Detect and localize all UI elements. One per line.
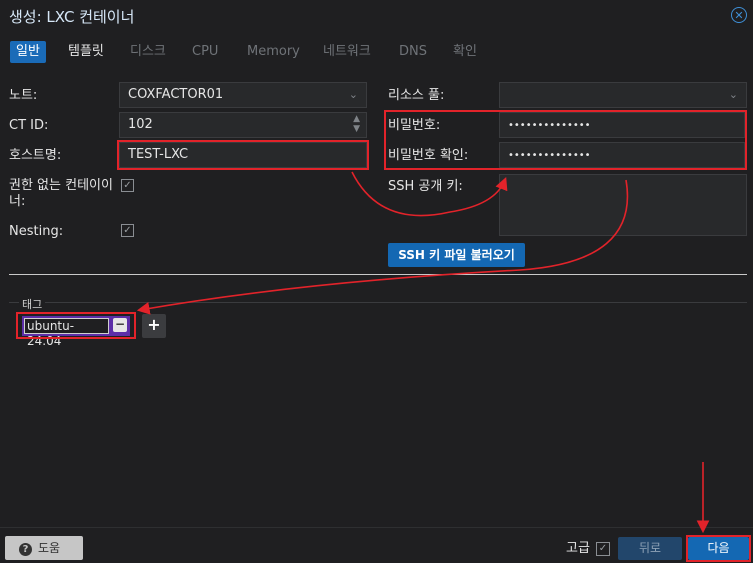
help-label: 도움 [38, 541, 61, 555]
password-label: 비밀번호: [388, 118, 441, 133]
tab-confirm[interactable]: 확인 [447, 41, 483, 63]
hostname-value: TEST-LXC [128, 147, 189, 162]
password-input[interactable]: •••••••••••••• [499, 112, 745, 138]
tab-general[interactable]: 일반 [10, 41, 46, 63]
nesting-label: Nesting: [9, 224, 64, 239]
ctid-input[interactable]: 102 ▲ ▼ [119, 112, 367, 138]
back-button[interactable]: 뒤로 [618, 537, 682, 560]
tab-dns[interactable]: DNS [393, 41, 433, 63]
footer-divider [0, 527, 753, 528]
hostname-input[interactable]: TEST-LXC [119, 142, 367, 168]
hostname-label: 호스트명: [9, 148, 62, 163]
node-value: COXFACTOR01 [128, 87, 224, 102]
password-confirm-input[interactable]: •••••••••••••• [499, 142, 745, 168]
resource-pool-label: 리소스 풀: [388, 88, 445, 103]
tag-name-input[interactable]: ubuntu-24.04 [24, 318, 109, 348]
ctid-label: CT ID: [9, 118, 49, 133]
unprivileged-label-line2: 너: [9, 194, 26, 209]
resource-pool-select[interactable]: ⌄ [499, 82, 747, 108]
node-select[interactable]: COXFACTOR01 ⌄ [119, 82, 367, 108]
tab-template[interactable]: 템플릿 [62, 41, 110, 63]
advanced-checkbox[interactable]: ✓ [596, 542, 610, 556]
tab-memory[interactable]: Memory [241, 41, 306, 63]
ssh-key-label: SSH 공개 키: [388, 179, 463, 194]
next-button[interactable]: 다음 [688, 537, 749, 560]
spinner-icon[interactable]: ▲ ▼ [353, 114, 360, 134]
password-value: •••••••••••••• [508, 120, 591, 131]
close-icon[interactable]: ✕ [731, 7, 747, 23]
load-ssh-key-button[interactable]: SSH 키 파일 불러오기 [388, 243, 525, 267]
password-confirm-value: •••••••••••••• [508, 150, 591, 161]
add-tag-button[interactable]: + [142, 314, 166, 338]
nesting-checkbox[interactable]: ✓ [121, 224, 134, 237]
tab-network[interactable]: 네트워크 [317, 41, 377, 63]
divider [9, 274, 747, 275]
unprivileged-label: 권한 없는 컨테이이 너: [9, 178, 113, 210]
tab-disk[interactable]: 디스크 [124, 41, 172, 63]
node-label: 노트: [9, 88, 38, 103]
chevron-down-icon[interactable]: ⌄ [349, 83, 358, 107]
password-confirm-label: 비밀번호 확인: [388, 148, 469, 163]
question-icon: ? [19, 543, 32, 556]
unprivileged-checkbox[interactable]: ✓ [121, 179, 134, 192]
remove-tag-icon[interactable]: − [113, 318, 127, 332]
tab-bar: 일반 템플릿 디스크 CPU Memory 네트워크 DNS 확인 [0, 38, 753, 66]
ctid-value: 102 [128, 117, 153, 132]
ssh-key-textarea[interactable] [499, 174, 747, 236]
tags-legend: 태그 [19, 296, 46, 312]
advanced-label: 고급 [566, 541, 590, 556]
tab-cpu[interactable]: CPU [186, 41, 224, 63]
unprivileged-label-line1: 권한 없는 컨테이이 [9, 178, 113, 193]
dialog-title: 생성: LXC 컨테이너 [9, 8, 135, 26]
help-button[interactable]: ? 도움 [5, 536, 83, 560]
chevron-down-icon[interactable]: ⌄ [729, 83, 738, 107]
